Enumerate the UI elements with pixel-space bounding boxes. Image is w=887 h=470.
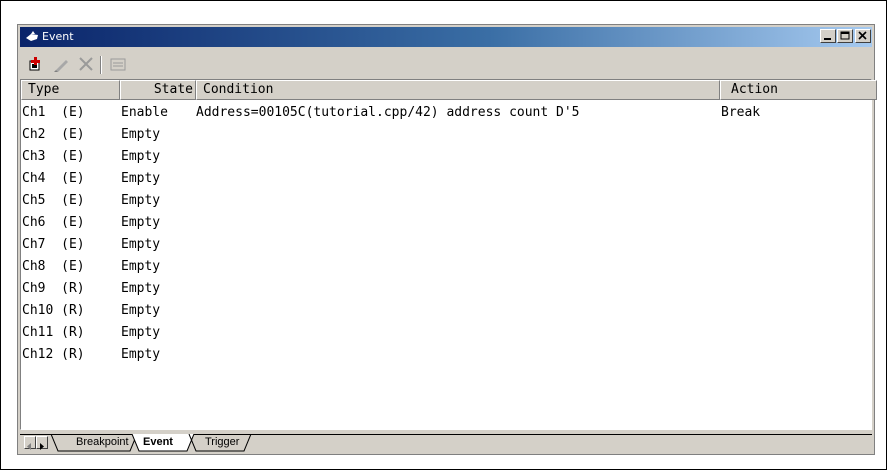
- cell-type: Ch7 (E): [22, 237, 85, 252]
- tab-bar: Breakpoint Event Trigger: [20, 434, 872, 452]
- column-header-condition[interactable]: Condition: [196, 80, 720, 100]
- toolbar: [20, 51, 872, 77]
- cell-type: Ch9 (R): [22, 281, 85, 296]
- event-window-icon: [26, 31, 38, 41]
- table-row[interactable]: Ch5 (E) Empty: [21, 190, 871, 212]
- tab-scroll-right-button[interactable]: [36, 436, 48, 450]
- table-row[interactable]: Ch10 (R) Empty: [21, 300, 871, 322]
- cell-type: Ch10 (R): [22, 303, 85, 318]
- delete-event-button[interactable]: [76, 55, 96, 73]
- tab-event[interactable]: Event: [143, 434, 173, 451]
- title-bar[interactable]: Event: [20, 27, 872, 47]
- table-row[interactable]: Ch11 (R) Empty: [21, 322, 871, 344]
- cell-type: Ch1 (E): [22, 105, 85, 120]
- window-title: Event: [42, 30, 74, 43]
- cell-state: Empty: [121, 215, 161, 230]
- close-icon: [858, 31, 867, 40]
- cell-type: Ch4 (E): [22, 171, 85, 186]
- close-button[interactable]: [855, 29, 871, 43]
- tab-breakpoint[interactable]: Breakpoint: [76, 434, 129, 451]
- table-row[interactable]: Ch12 (R) Empty: [21, 344, 871, 366]
- cell-type: Ch6 (E): [22, 215, 85, 230]
- cell-type: Ch5 (E): [22, 193, 85, 208]
- cell-state: Empty: [121, 149, 161, 164]
- add-event-icon: [29, 57, 40, 71]
- cell-type: Ch12 (R): [22, 347, 85, 362]
- cell-condition: Address=00105C(tutorial.cpp/42) address …: [196, 105, 580, 120]
- cell-state: Empty: [121, 237, 161, 252]
- table-row[interactable]: Ch4 (E) Empty: [21, 168, 871, 190]
- edit-event-icon: [54, 60, 68, 72]
- cell-state: Empty: [121, 193, 161, 208]
- edit-event-button[interactable]: [51, 55, 71, 73]
- tab-trigger[interactable]: Trigger: [205, 434, 239, 451]
- minimize-button[interactable]: [820, 29, 836, 43]
- cell-type: Ch2 (E): [22, 127, 85, 142]
- cell-state: Empty: [121, 259, 161, 274]
- table-row[interactable]: Ch2 (E) Empty: [21, 124, 871, 146]
- table-row[interactable]: Ch8 (E) Empty: [21, 256, 871, 278]
- delete-event-icon: [79, 57, 93, 71]
- maximize-icon: [840, 31, 850, 40]
- cell-state: Enable: [121, 105, 168, 120]
- cell-type: Ch3 (E): [22, 149, 85, 164]
- properties-icon: [110, 58, 126, 71]
- maximize-button[interactable]: [837, 29, 853, 43]
- cell-action: Break: [721, 105, 761, 120]
- table-row[interactable]: Ch7 (E) Empty: [21, 234, 871, 256]
- event-window: Event Type State Condition Action Ch1 (E…: [17, 24, 877, 455]
- right-arrow-icon: [40, 443, 44, 450]
- add-event-button[interactable]: [26, 55, 46, 73]
- tab-scroll-left-button[interactable]: [24, 436, 36, 450]
- list-header: Type State Condition Action: [21, 80, 877, 100]
- cell-state: Empty: [121, 325, 161, 340]
- event-list: Type State Condition Action Ch1 (E) Enabl…: [20, 79, 877, 430]
- cell-state: Empty: [121, 127, 161, 142]
- minimize-icon: [824, 38, 831, 40]
- cell-state: Empty: [121, 347, 161, 362]
- cell-type: Ch8 (E): [22, 259, 85, 274]
- column-header-state[interactable]: State: [120, 80, 196, 100]
- cell-state: Empty: [121, 171, 161, 186]
- column-header-type[interactable]: Type: [21, 80, 120, 100]
- toolbar-separator: [100, 56, 102, 74]
- cell-type: Ch11 (R): [22, 325, 85, 340]
- properties-button[interactable]: [108, 55, 128, 73]
- cell-state: Empty: [121, 303, 161, 318]
- left-arrow-icon: [27, 443, 31, 450]
- table-row[interactable]: Ch3 (E) Empty: [21, 146, 871, 168]
- cell-state: Empty: [121, 281, 161, 296]
- table-row[interactable]: Ch6 (E) Empty: [21, 212, 871, 234]
- table-row[interactable]: Ch9 (R) Empty: [21, 278, 871, 300]
- column-header-action[interactable]: Action: [720, 80, 877, 100]
- table-row[interactable]: Ch1 (E) Enable Address=00105C(tutorial.cpp…: [21, 102, 871, 124]
